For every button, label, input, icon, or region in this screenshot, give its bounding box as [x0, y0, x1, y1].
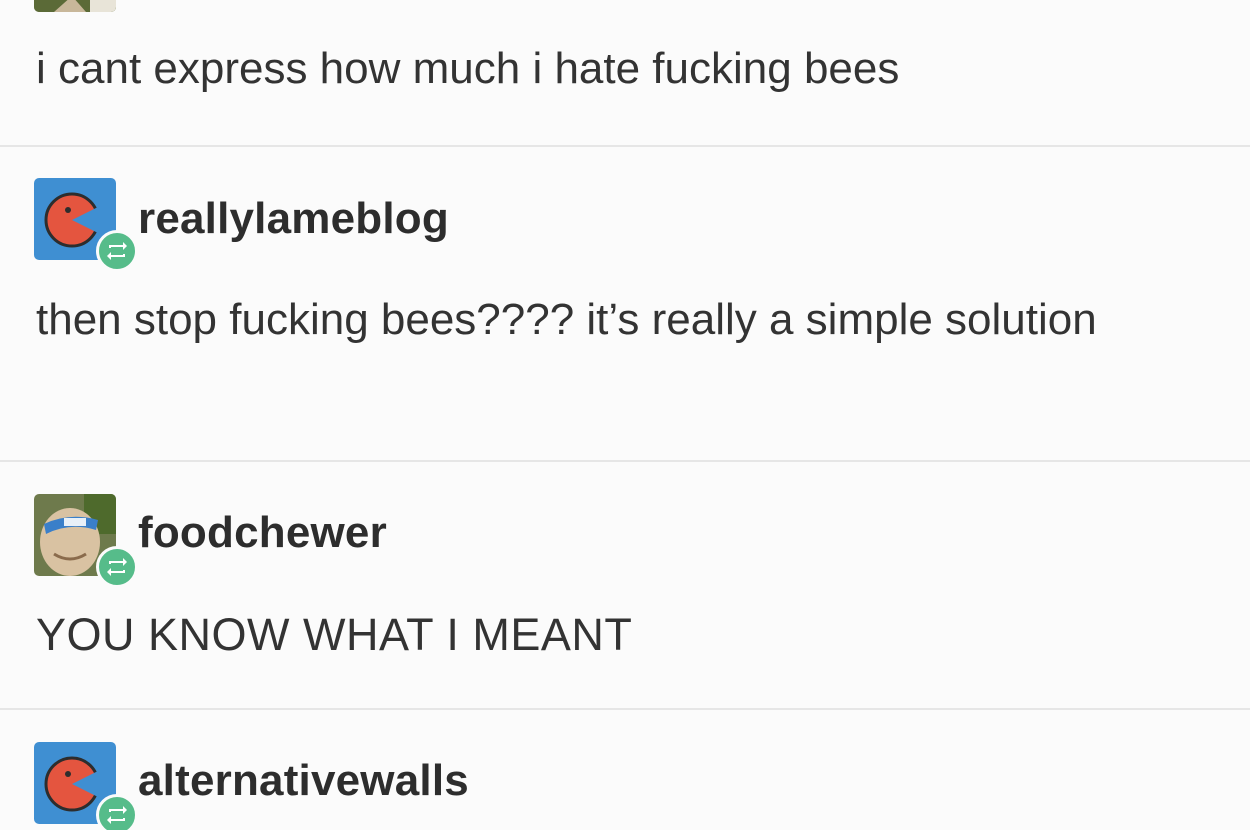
username-link[interactable]: alternativewalls: [138, 756, 469, 806]
divider: [0, 145, 1250, 147]
reblog-arrows-icon: [107, 806, 127, 824]
reblog-icon: [96, 546, 138, 588]
divider: [0, 460, 1250, 462]
post-text: then stop fucking bees???? it’s really a…: [36, 295, 1097, 344]
post-text: i cant express how much i hate fucking b…: [36, 44, 900, 93]
reblog-arrows-icon: [107, 242, 127, 260]
divider: [0, 708, 1250, 710]
reblog-icon: [96, 794, 138, 830]
landscape-avatar-icon: [34, 0, 116, 12]
username-link[interactable]: foodchewer: [138, 508, 387, 558]
reblog-icon: [96, 230, 138, 272]
post-header: [34, 178, 138, 272]
post-text: YOU KNOW WHAT I MEANT: [36, 609, 633, 660]
reblog-thread: i cant express how much i hate fucking b…: [0, 0, 1250, 830]
post-header: [34, 742, 138, 830]
username-link[interactable]: reallylameblog: [138, 194, 449, 244]
avatar[interactable]: [34, 0, 116, 12]
post-header: [34, 494, 138, 588]
reblog-arrows-icon: [107, 558, 127, 576]
